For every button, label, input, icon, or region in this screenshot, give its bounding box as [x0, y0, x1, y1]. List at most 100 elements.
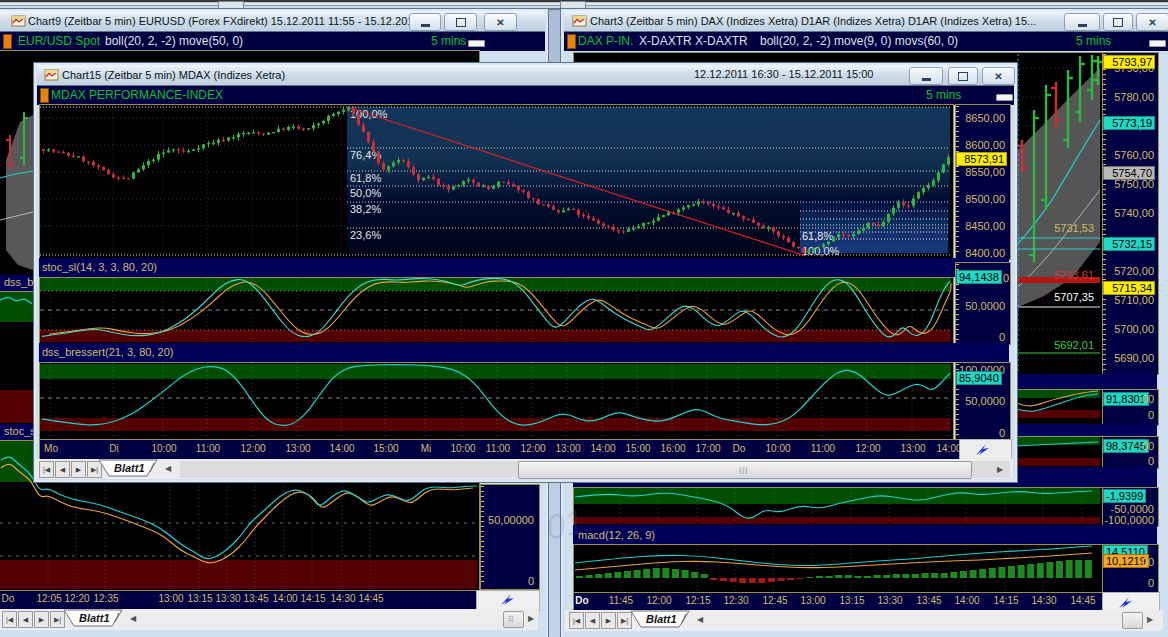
chart9-hscrollbar-grip: ⠿	[508, 616, 516, 624]
chart15-scale-label: 8600,00	[956, 139, 1005, 151]
chart15-dss-line	[0, 0, 960, 450]
chart15-scale-label: 8550,00	[956, 166, 1005, 178]
chart9-tab-scroll-left[interactable]: ◀	[130, 614, 136, 623]
chart15-dss-zero-label: 0	[956, 427, 1005, 439]
chart15-sheet-nav[interactable]: |◀◀▶▶|	[39, 461, 102, 478]
chart3-close-button[interactable]: ✕	[1136, 13, 1168, 31]
chart3-scale-label: 5720,00	[1104, 265, 1154, 277]
chart3-scale-label: 5740,00	[1104, 207, 1154, 219]
chart15-price-scale	[955, 104, 1011, 260]
chart15-axis-label: 13:00	[285, 443, 310, 454]
chart15-axis-label: 15:00	[373, 443, 398, 454]
chart15-sheet-next-button[interactable]: ▶	[71, 461, 86, 478]
chart3-ind2-zero: 0	[1104, 455, 1154, 467]
chart15-sheet-prev-button[interactable]: ◀	[55, 461, 70, 478]
chart15-scale-label: 8500,00	[956, 193, 1005, 205]
chart3-maximize-icon	[1113, 18, 1123, 27]
chart3-axis-label: 13:45	[916, 595, 941, 606]
chart15-dss-mid-label: 50,0000	[956, 395, 1005, 407]
chart3-axis-label: 11:45	[609, 595, 633, 606]
chart3-hscrollbar-thumb[interactable]	[1122, 612, 1143, 629]
chart15-axis-label: 12:00	[520, 443, 545, 454]
chart15-hscrollbar-right[interactable]: ▶	[997, 465, 1003, 474]
chart3-axis-label: 14:45	[1070, 595, 1095, 606]
chart9-sheet-prev-button[interactable]: ◀	[18, 611, 33, 628]
chart15-axis-label: 10:00	[765, 443, 790, 454]
chart3-scale-label: 5760,00	[1104, 149, 1154, 161]
chart3-tab-blatt1[interactable]: Blatt1	[646, 613, 677, 625]
chart15-axis-label: 12:00	[240, 443, 265, 454]
chart15-axis-label: 10:00	[450, 443, 475, 454]
chart3-sheet-first-button[interactable]: |◀	[569, 612, 584, 629]
chart3-time-axis: Do11:4512:0012:1512:3012:4513:0013:1513:…	[573, 592, 1103, 612]
chart15-axis-label: 14:00	[329, 443, 354, 454]
chart3-hscrollbar-right[interactable]: ▶	[1147, 615, 1153, 624]
chart9-hscrollbar-thumb[interactable]: ⠿	[503, 611, 524, 628]
chart15-tab-blatt1-divider: /	[150, 461, 153, 475]
chart3-axis-label: 14:30	[1031, 595, 1056, 606]
chart15-axis-label: 12:00	[855, 443, 880, 454]
desktop: Chart9 (Zeitbar 5 min) EURUSD (Forex FXd…	[0, 0, 1168, 637]
chart3-scale-label: 5690,00	[1104, 352, 1154, 364]
chart3-close-icon: ✕	[1148, 17, 1156, 28]
chart3-axis-label: 12:30	[723, 595, 748, 606]
chart3-tab-scroll-left[interactable]: ◀	[697, 615, 703, 624]
chart15-close-icon: ✕	[994, 71, 1002, 82]
chart3-price-badge: 5715,34	[1103, 281, 1155, 295]
chart3-sheet-nav[interactable]: |◀◀▶▶|	[569, 612, 632, 629]
chart3-price-badge: 5732,15	[1103, 237, 1155, 251]
chart3-collapsed-window[interactable]	[1149, 40, 1166, 47]
chart15-tab-blatt1[interactable]: Blatt1	[114, 462, 145, 474]
chart3-price-badge: 5793,97	[1103, 55, 1155, 69]
chart3-maximize-button[interactable]	[1103, 13, 1133, 31]
chart3-price-badge: 5754,70	[1103, 166, 1155, 180]
chart15-stoc-mid-label: 50,0000	[956, 300, 1005, 312]
chart3-axis-label: 12:45	[762, 595, 787, 606]
chart3-sheet-next-button[interactable]: ▶	[601, 612, 616, 629]
chart15-scale-label: 8650,00	[956, 112, 1005, 124]
chart15-sheet-first-button[interactable]: |◀	[39, 461, 54, 478]
chart3-axis-label: 12:00	[646, 595, 671, 606]
chart15-hscrollbar-grip: |||	[739, 466, 747, 474]
chart9-sheet-next-button[interactable]: ▶	[34, 611, 49, 628]
chart15-dss-badge: 85,9040	[956, 371, 1002, 385]
chart15-tab-scroll-left[interactable]: ◀	[165, 464, 171, 473]
chart15-scale-label: 8450,00	[956, 220, 1005, 232]
chart15-axis-label: Mo	[44, 443, 58, 454]
chart15-stoc-badge: 94,1438	[956, 270, 1002, 284]
chart15-axis-label: Mi	[421, 443, 432, 454]
chart3-flash-icon	[1118, 595, 1134, 610]
chart3-scale-label: 5710,00	[1104, 294, 1154, 306]
chart3-scale-label: 5700,00	[1104, 323, 1154, 335]
chart3-tab-blatt1-divider: /	[682, 612, 685, 626]
chart15-axis-label: 13:00	[555, 443, 580, 454]
chart15-axis-label: 16:00	[660, 443, 685, 454]
chart3-axis-label: 13:30	[877, 595, 902, 606]
chart15-axis-label: 11:00	[486, 443, 510, 454]
chart9-tab-blatt1[interactable]: Blatt1	[79, 612, 110, 624]
chart9-sheet-first-button[interactable]: |◀	[2, 611, 17, 628]
chart15-close-button[interactable]: ✕	[982, 67, 1015, 85]
chart15-axis-label: 14:00	[936, 443, 961, 454]
chart15-axis-label: 11:00	[811, 443, 835, 454]
chart15-flash-icon	[975, 442, 991, 457]
chart3-ind3-badge: -1,9399	[1103, 489, 1146, 503]
chart3-price-badge: 5773,19	[1103, 116, 1155, 130]
chart3-macd-zero: 0	[1104, 577, 1154, 589]
chart9-tab-blatt1-divider: /	[115, 611, 118, 625]
chart3-axis-label: 12:15	[685, 595, 710, 606]
chart15-collapsed-window[interactable]	[996, 94, 1013, 101]
chart3-axis-label: 14:00	[954, 595, 979, 606]
chart9-hscrollbar-right[interactable]: ▶	[528, 614, 534, 623]
chart15-axis-label: Di	[109, 443, 118, 454]
chart9-sheet-nav[interactable]: |◀◀▶▶|	[2, 611, 65, 628]
chart15-hscrollbar-thumb[interactable]: |||	[518, 461, 972, 479]
chart15-time-axis: Mo Di 10:00 11:00 12:00 13:00 14:00 15:00 Mi 10:0…	[39, 439, 961, 461]
chart3-sheet-prev-button[interactable]: ◀	[585, 612, 600, 629]
chart15-stoc-zero-label: 0	[956, 331, 1005, 343]
chart3-axis-label: 14:15	[993, 595, 1018, 606]
chart15-axis-label: 17:00	[695, 443, 720, 454]
chart15-axis-label: 11:00	[196, 443, 220, 454]
chart15-last-price-badge: 8573,91	[956, 152, 1007, 166]
chart15-axis-label: Do	[733, 443, 746, 454]
